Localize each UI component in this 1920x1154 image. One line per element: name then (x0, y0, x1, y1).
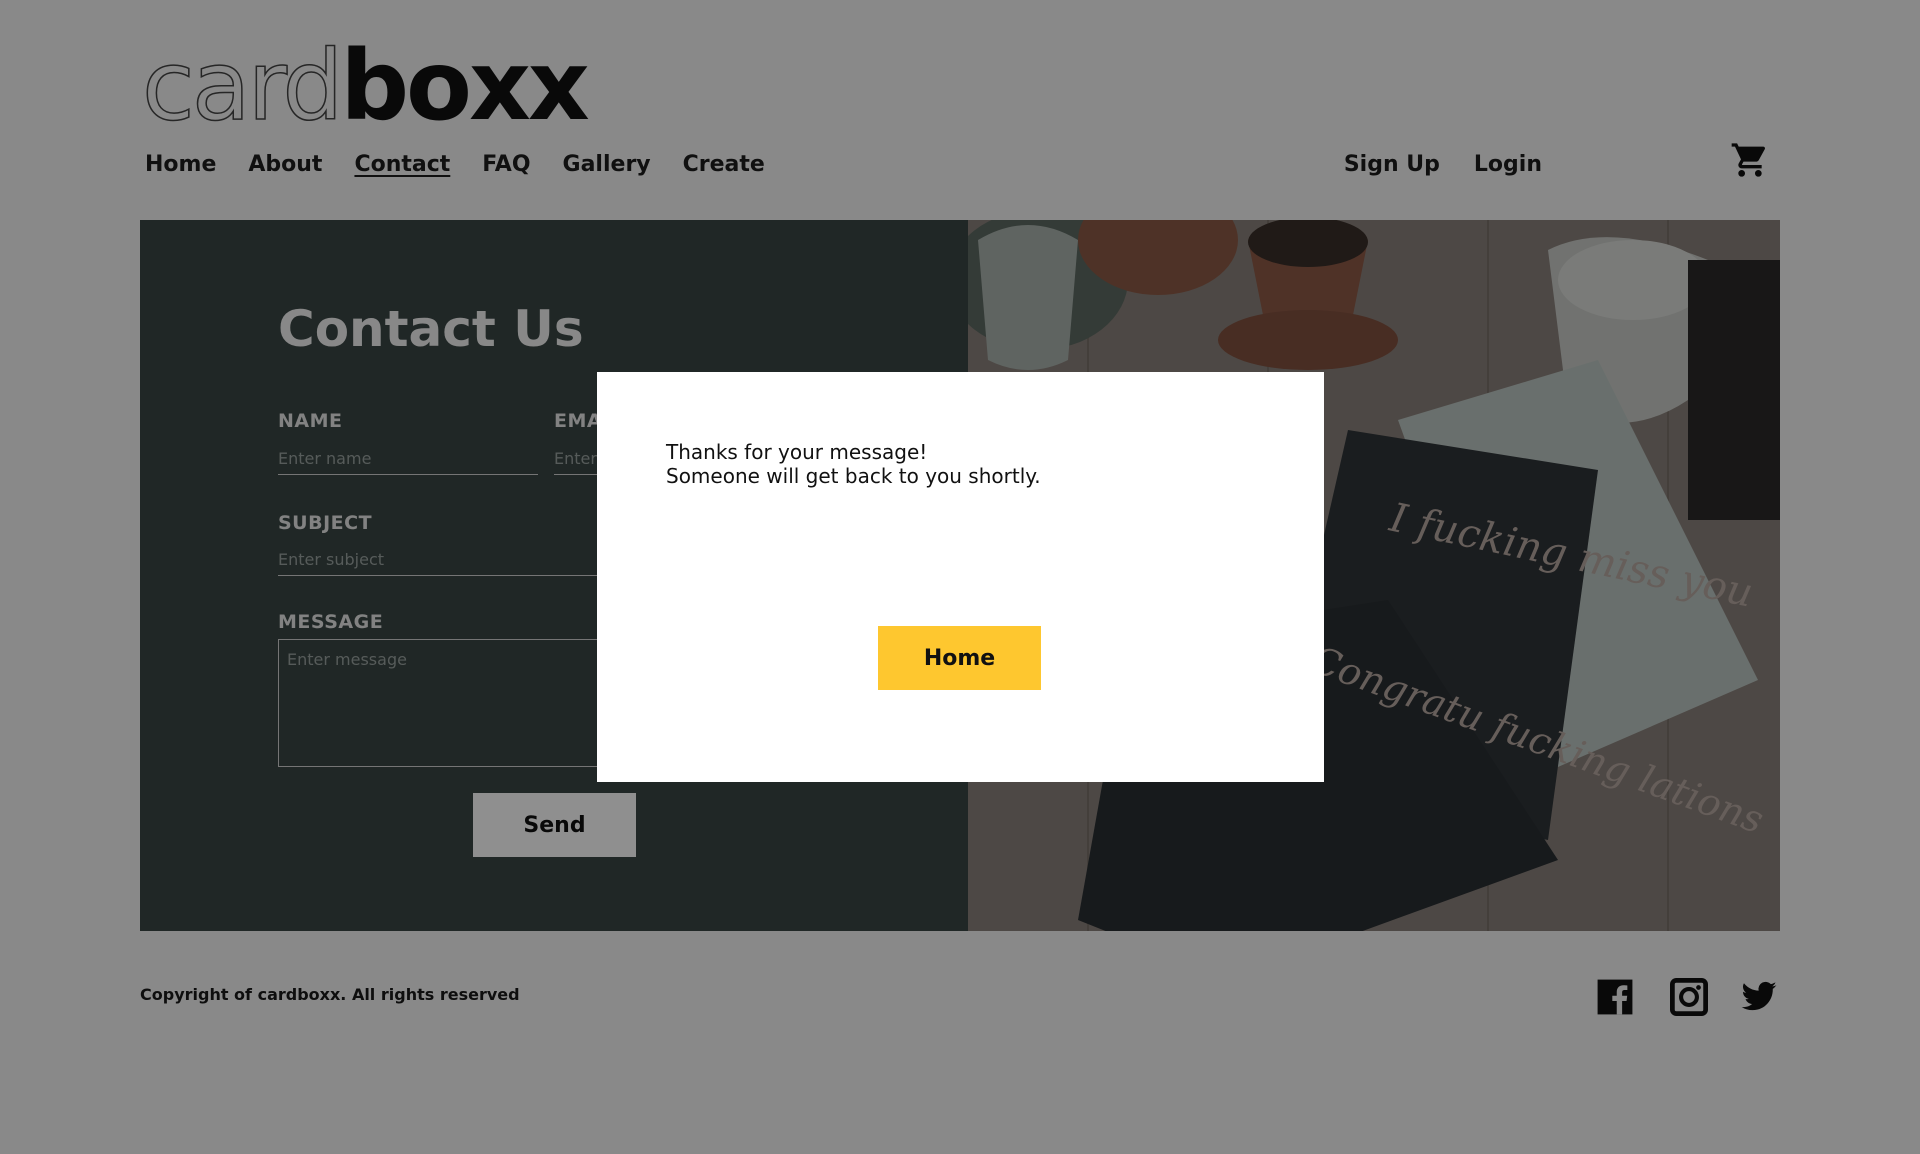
thanks-modal: Thanks for your message! Someone will ge… (597, 372, 1324, 782)
modal-home-button[interactable]: Home (878, 626, 1041, 690)
modal-line-1: Thanks for your message! (666, 440, 928, 464)
modal-line-2: Someone will get back to you shortly. (666, 464, 1041, 488)
modal-message: Thanks for your message! Someone will ge… (666, 440, 1041, 488)
